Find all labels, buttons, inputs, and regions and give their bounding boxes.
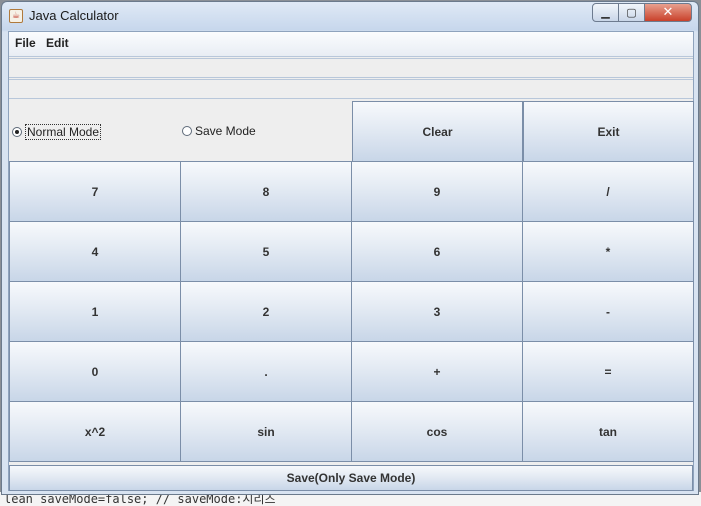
display-field-2[interactable]: [9, 79, 693, 99]
menu-file[interactable]: File: [15, 36, 36, 50]
key-square[interactable]: x^2: [9, 401, 181, 462]
maximize-button[interactable]: ▢: [618, 3, 645, 22]
calculator-window: ☕ Java Calculator ▁ ▢ ✕ File Edit Normal…: [1, 1, 699, 495]
key-equals[interactable]: =: [522, 341, 694, 402]
key-4[interactable]: 4: [9, 221, 181, 282]
key-subtract[interactable]: -: [522, 281, 694, 342]
key-0[interactable]: 0: [9, 341, 181, 402]
key-divide[interactable]: /: [522, 161, 694, 222]
menu-bar: File Edit: [9, 32, 693, 57]
exit-button[interactable]: Exit: [523, 101, 694, 162]
close-button[interactable]: ✕: [644, 3, 692, 22]
key-tan[interactable]: tan: [522, 401, 694, 462]
normal-mode-radio[interactable]: Normal Mode: [12, 124, 102, 140]
menu-edit[interactable]: Edit: [46, 36, 69, 50]
minimize-button[interactable]: ▁: [592, 3, 619, 22]
key-cos[interactable]: cos: [351, 401, 523, 462]
maximize-icon: ▢: [626, 6, 637, 19]
content-pane: File Edit Normal Mode Save Mode Clear Ex…: [8, 31, 694, 491]
title-bar[interactable]: ☕ Java Calculator ▁ ▢ ✕: [2, 2, 698, 30]
key-decimal[interactable]: .: [180, 341, 352, 402]
key-8[interactable]: 8: [180, 161, 352, 222]
save-mode-label: Save Mode: [195, 124, 256, 138]
key-7[interactable]: 7: [9, 161, 181, 222]
window-title: Java Calculator: [29, 8, 119, 23]
radio-selected-icon: [12, 127, 22, 137]
key-5[interactable]: 5: [180, 221, 352, 282]
key-sin[interactable]: sin: [180, 401, 352, 462]
java-app-icon: ☕: [9, 9, 23, 23]
minimize-icon: ▁: [601, 6, 610, 19]
key-9[interactable]: 9: [351, 161, 523, 222]
key-multiply[interactable]: *: [522, 221, 694, 282]
normal-mode-label: Normal Mode: [25, 124, 102, 140]
save-mode-radio[interactable]: Save Mode: [182, 124, 256, 138]
save-button[interactable]: Save(Only Save Mode): [9, 465, 693, 491]
clear-button[interactable]: Clear: [352, 101, 523, 162]
display-field-1[interactable]: [9, 58, 693, 78]
mode-panel: Normal Mode Save Mode: [9, 101, 352, 161]
key-3[interactable]: 3: [351, 281, 523, 342]
close-icon: ✕: [662, 5, 674, 20]
radio-unselected-icon: [182, 126, 192, 136]
key-6[interactable]: 6: [351, 221, 523, 282]
key-1[interactable]: 1: [9, 281, 181, 342]
key-add[interactable]: +: [351, 341, 523, 402]
key-2[interactable]: 2: [180, 281, 352, 342]
